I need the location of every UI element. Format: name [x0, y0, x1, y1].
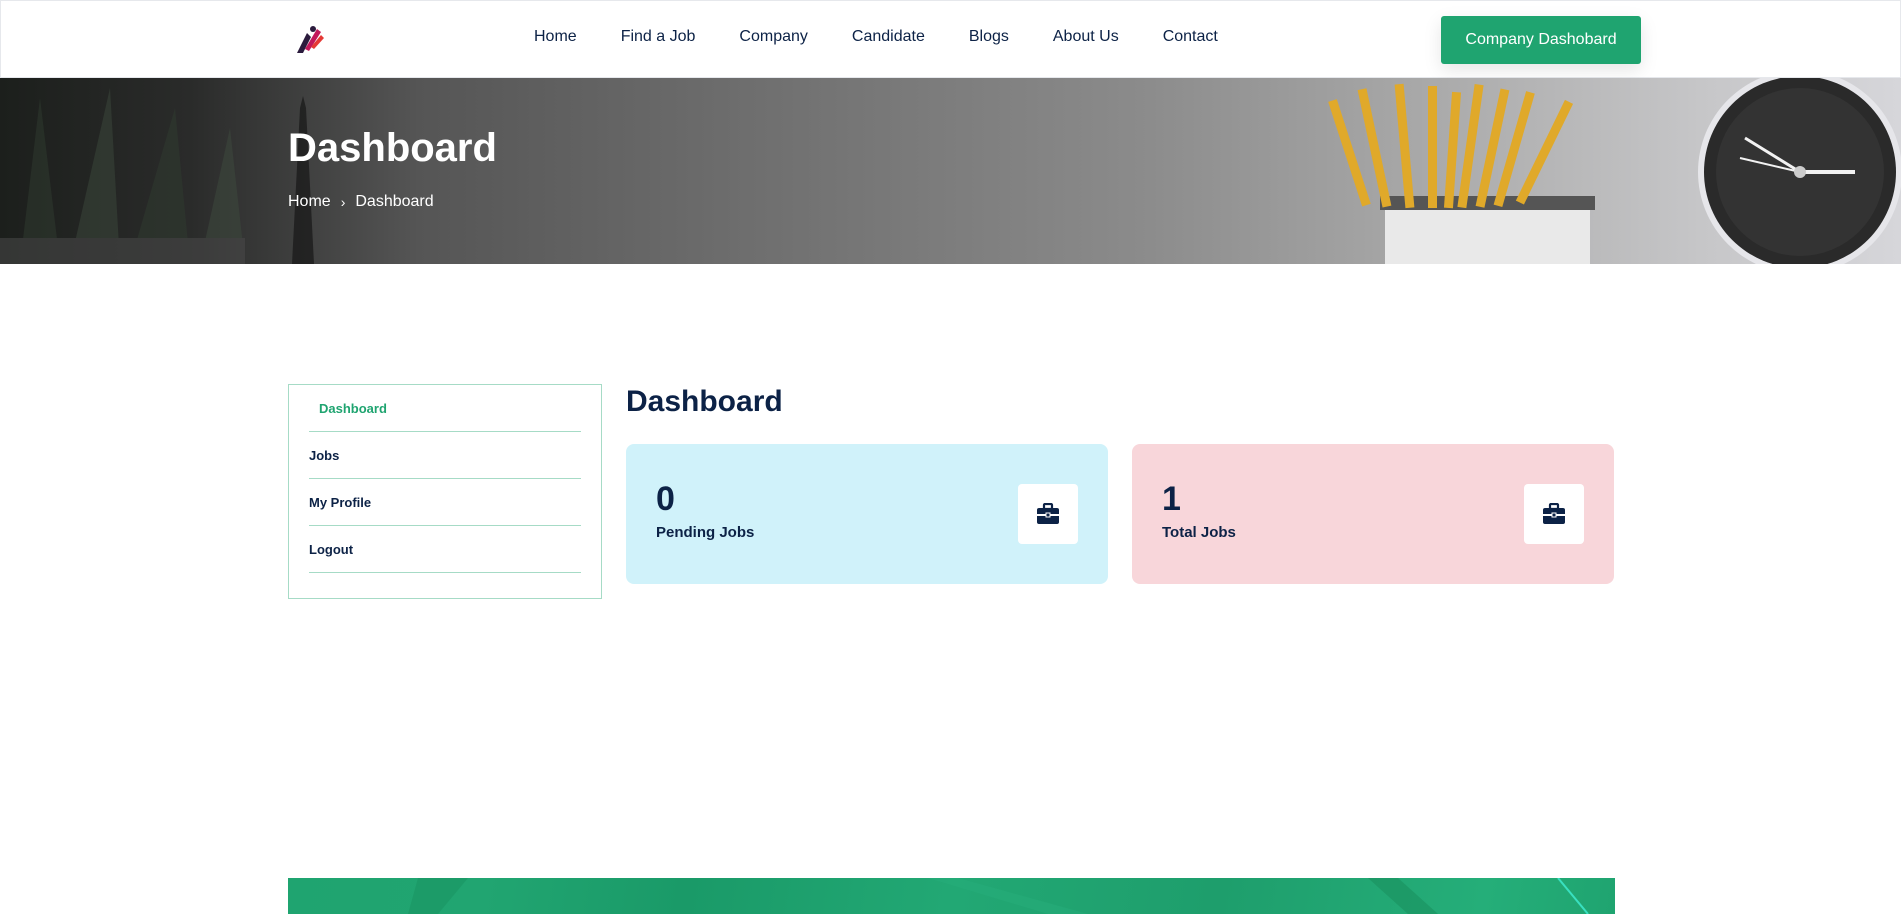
footer-decor-shapes — [408, 878, 1589, 914]
sidebar-item-logout[interactable]: Logout — [309, 526, 581, 573]
nav-contact[interactable]: Contact — [1163, 28, 1218, 46]
briefcase-icon — [1524, 484, 1584, 544]
site-header: Home Find a Job Company Candidate Blogs … — [0, 0, 1901, 78]
total-jobs-count: 1 — [1162, 480, 1181, 518]
page-title: Dashboard — [288, 126, 497, 170]
page-banner: Dashboard Home › Dashboard — [0, 78, 1901, 264]
nav-blogs[interactable]: Blogs — [969, 28, 1009, 46]
breadcrumb: Home › Dashboard — [288, 193, 434, 211]
nav-company[interactable]: Company — [739, 28, 807, 46]
breadcrumb-home-link[interactable]: Home — [288, 193, 331, 211]
pending-jobs-count: 0 — [656, 480, 675, 518]
pending-jobs-label: Pending Jobs — [656, 524, 755, 541]
chevron-right-icon: › — [340, 194, 346, 210]
dashboard-sidebar: Dashboard Jobs My Profile Logout — [288, 384, 602, 599]
sidebar-item-dashboard[interactable]: Dashboard — [309, 385, 581, 432]
total-jobs-label: Total Jobs — [1162, 524, 1236, 541]
footer-banner-strip — [288, 878, 1615, 914]
nav-candidate[interactable]: Candidate — [852, 28, 925, 46]
breadcrumb-current: Dashboard — [355, 193, 434, 210]
briefcase-icon — [1018, 484, 1078, 544]
total-jobs-card: 1 Total Jobs — [1132, 444, 1614, 584]
company-dashboard-button[interactable]: Company Dashobard — [1441, 16, 1641, 64]
main-nav: Home Find a Job Company Candidate Blogs … — [534, 28, 1262, 46]
nav-home[interactable]: Home — [534, 28, 577, 46]
sidebar-item-my-profile[interactable]: My Profile — [309, 479, 581, 526]
section-title: Dashboard — [626, 385, 783, 418]
nav-about-us[interactable]: About Us — [1053, 28, 1119, 46]
nav-find-a-job[interactable]: Find a Job — [621, 28, 696, 46]
pending-jobs-card: 0 Pending Jobs — [626, 444, 1108, 584]
banner-background-image — [0, 78, 1901, 264]
sidebar-item-jobs[interactable]: Jobs — [309, 432, 581, 479]
logo-icon — [297, 26, 324, 53]
site-logo[interactable] — [291, 23, 327, 57]
